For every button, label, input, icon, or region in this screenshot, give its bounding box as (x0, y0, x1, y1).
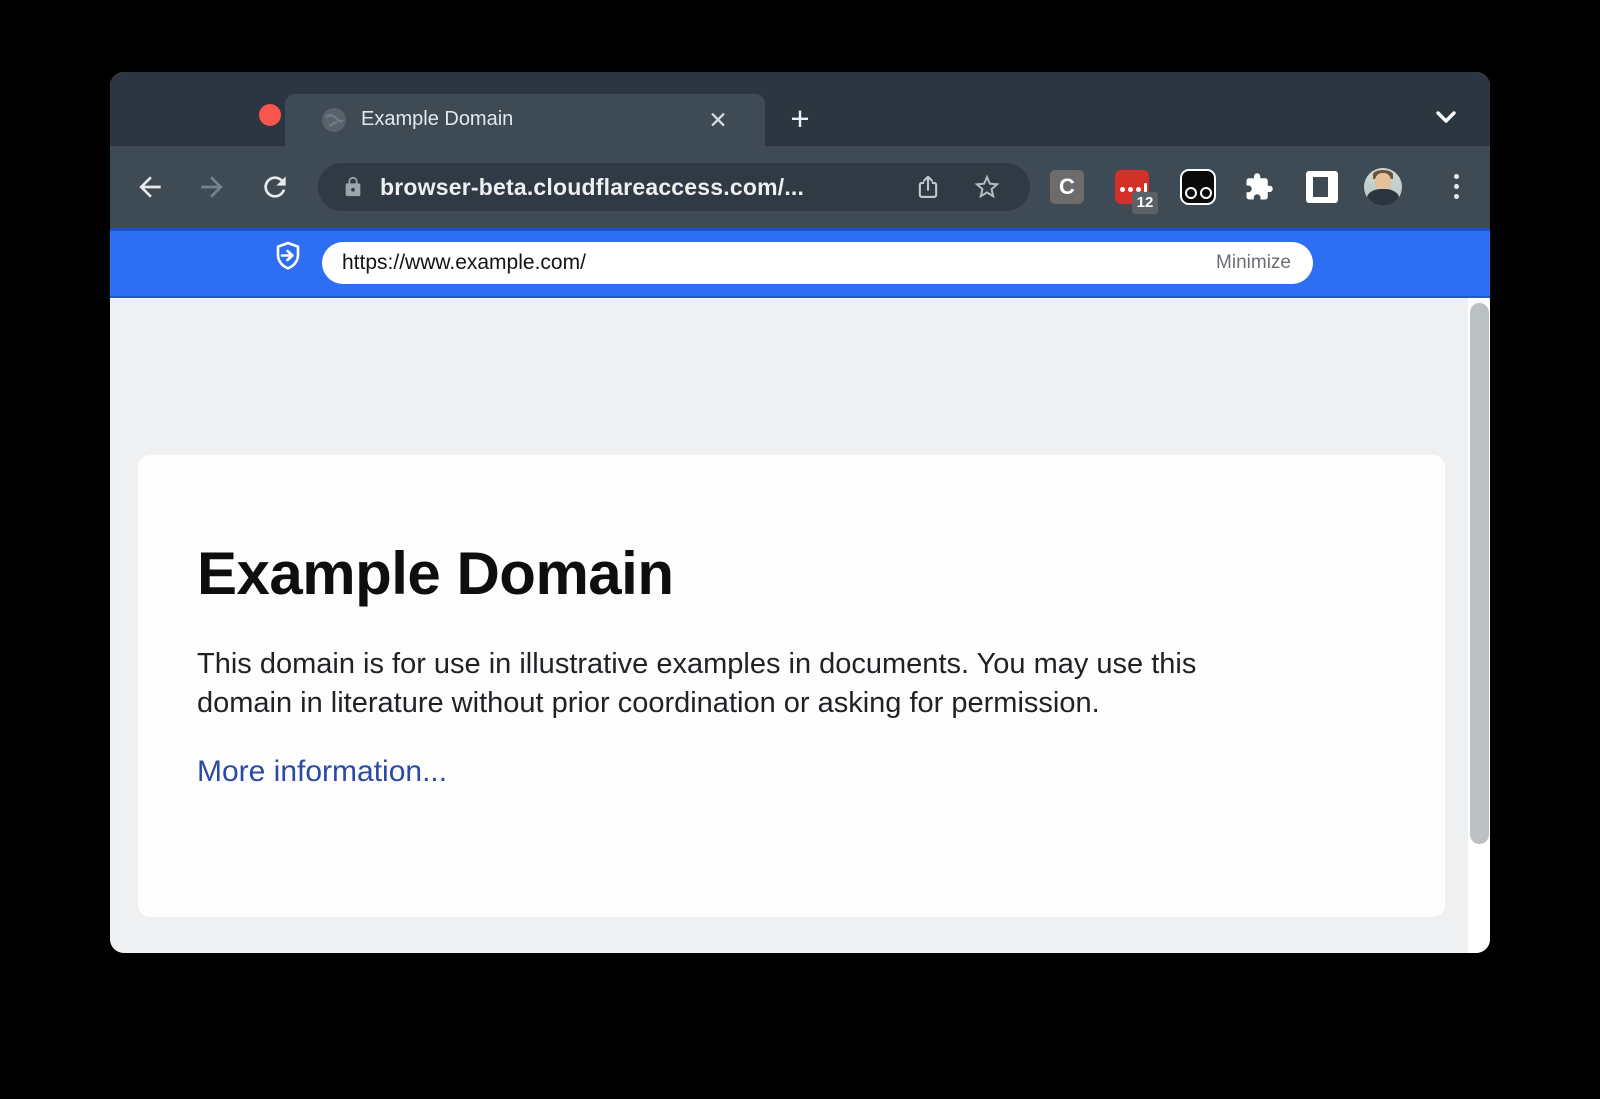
page-paragraph: This domain is for use in illustrative e… (197, 645, 1385, 723)
paragraph-line-1: This domain is for use in illustrative e… (197, 645, 1385, 684)
extension-c-icon[interactable]: C (1050, 170, 1084, 204)
extension-count-badge: 12 (1132, 192, 1158, 214)
page-title: Example Domain (197, 541, 1385, 607)
chevron-down-icon[interactable] (1432, 108, 1460, 128)
macos-close-button[interactable] (259, 104, 281, 126)
window-titlebar: Example Domain ✕ + (110, 72, 1490, 146)
tab-title: Example Domain (361, 108, 513, 131)
chrome-menu-icon[interactable] (1442, 170, 1470, 204)
reload-icon[interactable] (259, 171, 291, 203)
back-icon[interactable] (134, 171, 166, 203)
tab-close-icon[interactable]: ✕ (703, 105, 733, 135)
paragraph-line-2: domain in literature without prior coord… (197, 684, 1385, 723)
side-panel-inner (1313, 177, 1328, 197)
more-information-link[interactable]: More information... (197, 755, 447, 789)
page-viewport: Example Domain This domain is for use in… (110, 298, 1490, 953)
password-dots-icon (1120, 183, 1147, 192)
isolation-url-input[interactable]: https://www.example.com/ Minimize (322, 242, 1313, 284)
extensions-puzzle-icon[interactable] (1244, 172, 1274, 202)
browser-toolbar: browser-beta.cloudflareaccess.com/... C (110, 146, 1490, 228)
globe-favicon-icon (321, 107, 347, 133)
scrollbar-track[interactable] (1468, 298, 1490, 953)
share-icon[interactable] (914, 173, 942, 201)
browser-tab[interactable]: Example Domain ✕ (285, 94, 765, 146)
browser-window: Example Domain ✕ + (110, 72, 1490, 953)
isolation-bar: https://www.example.com/ Minimize (110, 228, 1490, 298)
shield-arrow-icon (272, 240, 304, 272)
scrollbar-thumb[interactable] (1470, 303, 1489, 844)
new-tab-button[interactable]: + (782, 102, 818, 138)
side-panel-icon[interactable] (1306, 171, 1338, 203)
lens-left-icon (1185, 187, 1197, 199)
address-url: browser-beta.cloudflareaccess.com/... (380, 174, 804, 201)
forward-icon[interactable] (196, 171, 228, 203)
avatar-shoulders (1367, 189, 1399, 206)
minimize-button[interactable]: Minimize (1216, 252, 1291, 274)
extension-password-manager-icon[interactable]: 12 (1115, 170, 1149, 204)
profile-avatar[interactable] (1364, 168, 1402, 206)
isolation-url-text: https://www.example.com/ (342, 251, 586, 275)
bookmark-star-icon[interactable] (972, 172, 1002, 202)
extension-camera-icon[interactable] (1180, 169, 1216, 205)
example-domain-card: Example Domain This domain is for use in… (138, 455, 1445, 917)
lock-icon[interactable] (342, 176, 364, 198)
desktop-background: Example Domain ✕ + (0, 0, 1600, 1099)
avatar-face (1375, 173, 1391, 190)
address-bar[interactable]: browser-beta.cloudflareaccess.com/... (318, 163, 1030, 211)
lens-right-icon (1200, 187, 1212, 199)
